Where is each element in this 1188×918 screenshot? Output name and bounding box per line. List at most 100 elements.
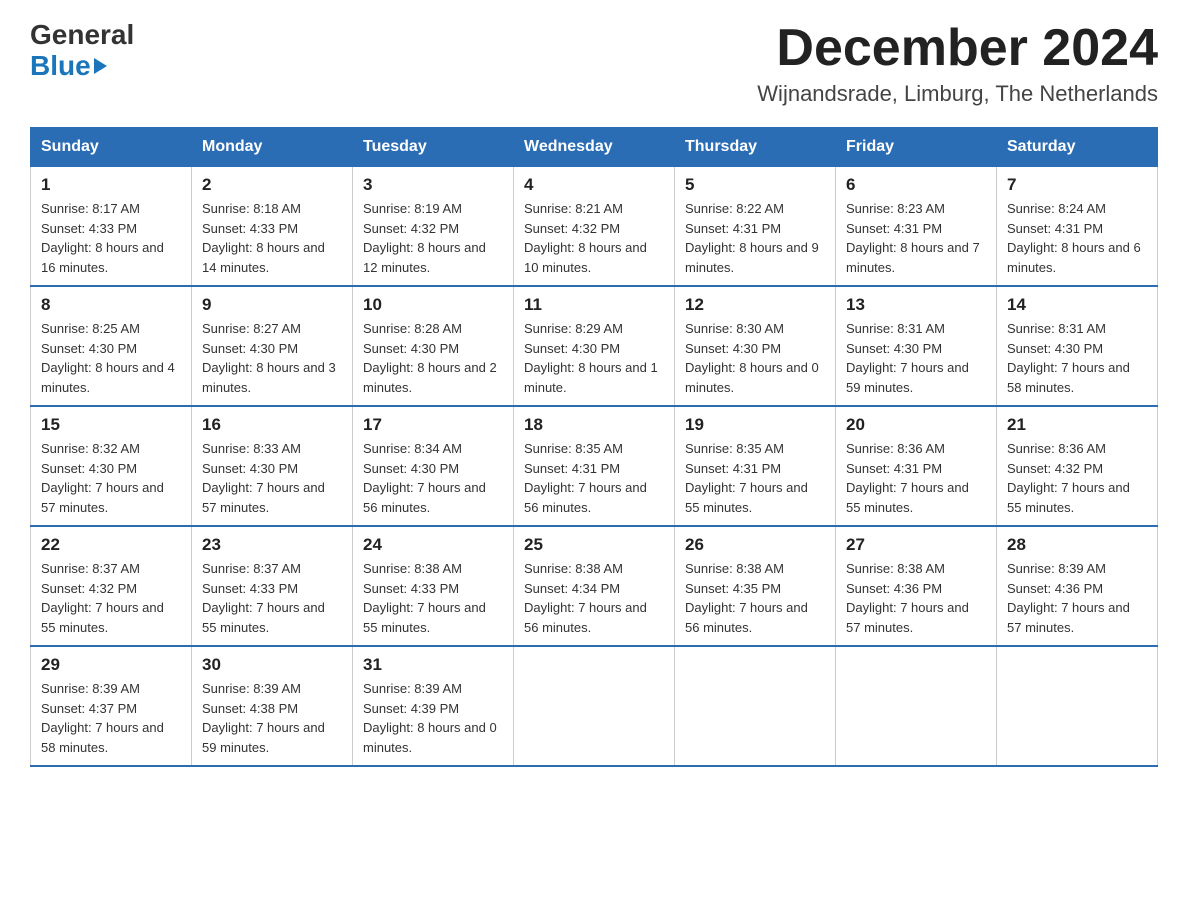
day-info: Sunrise: 8:39 AMSunset: 4:36 PMDaylight:…: [1007, 559, 1147, 637]
calendar-day-cell: 30 Sunrise: 8:39 AMSunset: 4:38 PMDaylig…: [192, 646, 353, 766]
day-number: 11: [524, 295, 664, 315]
calendar-header-row: SundayMondayTuesdayWednesdayThursdayFrid…: [31, 128, 1158, 167]
calendar-table: SundayMondayTuesdayWednesdayThursdayFrid…: [30, 127, 1158, 767]
day-number: 19: [685, 415, 825, 435]
day-of-week-header: Wednesday: [514, 128, 675, 167]
day-info: Sunrise: 8:34 AMSunset: 4:30 PMDaylight:…: [363, 439, 503, 517]
day-info: Sunrise: 8:35 AMSunset: 4:31 PMDaylight:…: [685, 439, 825, 517]
day-number: 5: [685, 175, 825, 195]
day-info: Sunrise: 8:39 AMSunset: 4:38 PMDaylight:…: [202, 679, 342, 757]
day-info: Sunrise: 8:33 AMSunset: 4:30 PMDaylight:…: [202, 439, 342, 517]
day-number: 21: [1007, 415, 1147, 435]
calendar-week-row: 29 Sunrise: 8:39 AMSunset: 4:37 PMDaylig…: [31, 646, 1158, 766]
day-number: 8: [41, 295, 181, 315]
calendar-day-cell: 4 Sunrise: 8:21 AMSunset: 4:32 PMDayligh…: [514, 167, 675, 287]
logo: General Blue: [30, 20, 134, 82]
day-info: Sunrise: 8:31 AMSunset: 4:30 PMDaylight:…: [1007, 319, 1147, 397]
calendar-day-cell: 31 Sunrise: 8:39 AMSunset: 4:39 PMDaylig…: [353, 646, 514, 766]
calendar-day-cell: 26 Sunrise: 8:38 AMSunset: 4:35 PMDaylig…: [675, 526, 836, 646]
title-area: December 2024 Wijnandsrade, Limburg, The…: [757, 20, 1158, 107]
day-number: 24: [363, 535, 503, 555]
day-info: Sunrise: 8:18 AMSunset: 4:33 PMDaylight:…: [202, 199, 342, 277]
day-number: 7: [1007, 175, 1147, 195]
day-info: Sunrise: 8:25 AMSunset: 4:30 PMDaylight:…: [41, 319, 181, 397]
location-title: Wijnandsrade, Limburg, The Netherlands: [757, 81, 1158, 107]
calendar-day-cell: 24 Sunrise: 8:38 AMSunset: 4:33 PMDaylig…: [353, 526, 514, 646]
calendar-day-cell: 19 Sunrise: 8:35 AMSunset: 4:31 PMDaylig…: [675, 406, 836, 526]
day-info: Sunrise: 8:38 AMSunset: 4:33 PMDaylight:…: [363, 559, 503, 637]
day-number: 2: [202, 175, 342, 195]
day-info: Sunrise: 8:38 AMSunset: 4:34 PMDaylight:…: [524, 559, 664, 637]
calendar-day-cell: 6 Sunrise: 8:23 AMSunset: 4:31 PMDayligh…: [836, 167, 997, 287]
day-info: Sunrise: 8:35 AMSunset: 4:31 PMDaylight:…: [524, 439, 664, 517]
logo-general-text: General: [30, 19, 134, 50]
calendar-day-cell: 28 Sunrise: 8:39 AMSunset: 4:36 PMDaylig…: [997, 526, 1158, 646]
day-of-week-header: Tuesday: [353, 128, 514, 167]
day-info: Sunrise: 8:36 AMSunset: 4:32 PMDaylight:…: [1007, 439, 1147, 517]
calendar-day-cell: 2 Sunrise: 8:18 AMSunset: 4:33 PMDayligh…: [192, 167, 353, 287]
day-info: Sunrise: 8:17 AMSunset: 4:33 PMDaylight:…: [41, 199, 181, 277]
logo-blue-label: Blue: [30, 51, 91, 82]
day-number: 10: [363, 295, 503, 315]
day-number: 30: [202, 655, 342, 675]
day-number: 6: [846, 175, 986, 195]
calendar-day-cell: 3 Sunrise: 8:19 AMSunset: 4:32 PMDayligh…: [353, 167, 514, 287]
day-info: Sunrise: 8:23 AMSunset: 4:31 PMDaylight:…: [846, 199, 986, 277]
calendar-week-row: 8 Sunrise: 8:25 AMSunset: 4:30 PMDayligh…: [31, 286, 1158, 406]
day-number: 26: [685, 535, 825, 555]
day-info: Sunrise: 8:39 AMSunset: 4:37 PMDaylight:…: [41, 679, 181, 757]
day-number: 12: [685, 295, 825, 315]
calendar-day-cell: 13 Sunrise: 8:31 AMSunset: 4:30 PMDaylig…: [836, 286, 997, 406]
day-number: 13: [846, 295, 986, 315]
day-number: 17: [363, 415, 503, 435]
month-title: December 2024: [757, 20, 1158, 77]
day-info: Sunrise: 8:27 AMSunset: 4:30 PMDaylight:…: [202, 319, 342, 397]
calendar-day-cell: 14 Sunrise: 8:31 AMSunset: 4:30 PMDaylig…: [997, 286, 1158, 406]
calendar-week-row: 1 Sunrise: 8:17 AMSunset: 4:33 PMDayligh…: [31, 167, 1158, 287]
day-of-week-header: Monday: [192, 128, 353, 167]
day-info: Sunrise: 8:24 AMSunset: 4:31 PMDaylight:…: [1007, 199, 1147, 277]
day-info: Sunrise: 8:22 AMSunset: 4:31 PMDaylight:…: [685, 199, 825, 277]
day-info: Sunrise: 8:29 AMSunset: 4:30 PMDaylight:…: [524, 319, 664, 397]
day-number: 3: [363, 175, 503, 195]
calendar-day-cell: [997, 646, 1158, 766]
calendar-week-row: 15 Sunrise: 8:32 AMSunset: 4:30 PMDaylig…: [31, 406, 1158, 526]
calendar-day-cell: 25 Sunrise: 8:38 AMSunset: 4:34 PMDaylig…: [514, 526, 675, 646]
day-number: 29: [41, 655, 181, 675]
day-info: Sunrise: 8:37 AMSunset: 4:32 PMDaylight:…: [41, 559, 181, 637]
calendar-day-cell: 10 Sunrise: 8:28 AMSunset: 4:30 PMDaylig…: [353, 286, 514, 406]
page-header: General Blue December 2024 Wijnandsrade,…: [30, 20, 1158, 107]
day-number: 4: [524, 175, 664, 195]
calendar-day-cell: [836, 646, 997, 766]
day-info: Sunrise: 8:30 AMSunset: 4:30 PMDaylight:…: [685, 319, 825, 397]
calendar-day-cell: 7 Sunrise: 8:24 AMSunset: 4:31 PMDayligh…: [997, 167, 1158, 287]
calendar-day-cell: 12 Sunrise: 8:30 AMSunset: 4:30 PMDaylig…: [675, 286, 836, 406]
day-number: 20: [846, 415, 986, 435]
day-of-week-header: Saturday: [997, 128, 1158, 167]
day-of-week-header: Thursday: [675, 128, 836, 167]
calendar-day-cell: 22 Sunrise: 8:37 AMSunset: 4:32 PMDaylig…: [31, 526, 192, 646]
day-of-week-header: Friday: [836, 128, 997, 167]
day-of-week-header: Sunday: [31, 128, 192, 167]
day-number: 9: [202, 295, 342, 315]
day-number: 31: [363, 655, 503, 675]
calendar-day-cell: 1 Sunrise: 8:17 AMSunset: 4:33 PMDayligh…: [31, 167, 192, 287]
day-info: Sunrise: 8:37 AMSunset: 4:33 PMDaylight:…: [202, 559, 342, 637]
calendar-day-cell: [675, 646, 836, 766]
day-number: 28: [1007, 535, 1147, 555]
calendar-day-cell: 23 Sunrise: 8:37 AMSunset: 4:33 PMDaylig…: [192, 526, 353, 646]
calendar-day-cell: 5 Sunrise: 8:22 AMSunset: 4:31 PMDayligh…: [675, 167, 836, 287]
day-number: 25: [524, 535, 664, 555]
day-number: 22: [41, 535, 181, 555]
day-info: Sunrise: 8:38 AMSunset: 4:35 PMDaylight:…: [685, 559, 825, 637]
calendar-day-cell: 11 Sunrise: 8:29 AMSunset: 4:30 PMDaylig…: [514, 286, 675, 406]
calendar-day-cell: 17 Sunrise: 8:34 AMSunset: 4:30 PMDaylig…: [353, 406, 514, 526]
calendar-day-cell: 18 Sunrise: 8:35 AMSunset: 4:31 PMDaylig…: [514, 406, 675, 526]
day-number: 18: [524, 415, 664, 435]
day-number: 14: [1007, 295, 1147, 315]
calendar-day-cell: 21 Sunrise: 8:36 AMSunset: 4:32 PMDaylig…: [997, 406, 1158, 526]
calendar-day-cell: 9 Sunrise: 8:27 AMSunset: 4:30 PMDayligh…: [192, 286, 353, 406]
calendar-day-cell: 8 Sunrise: 8:25 AMSunset: 4:30 PMDayligh…: [31, 286, 192, 406]
logo-triangle-icon: [94, 58, 107, 74]
calendar-day-cell: 20 Sunrise: 8:36 AMSunset: 4:31 PMDaylig…: [836, 406, 997, 526]
